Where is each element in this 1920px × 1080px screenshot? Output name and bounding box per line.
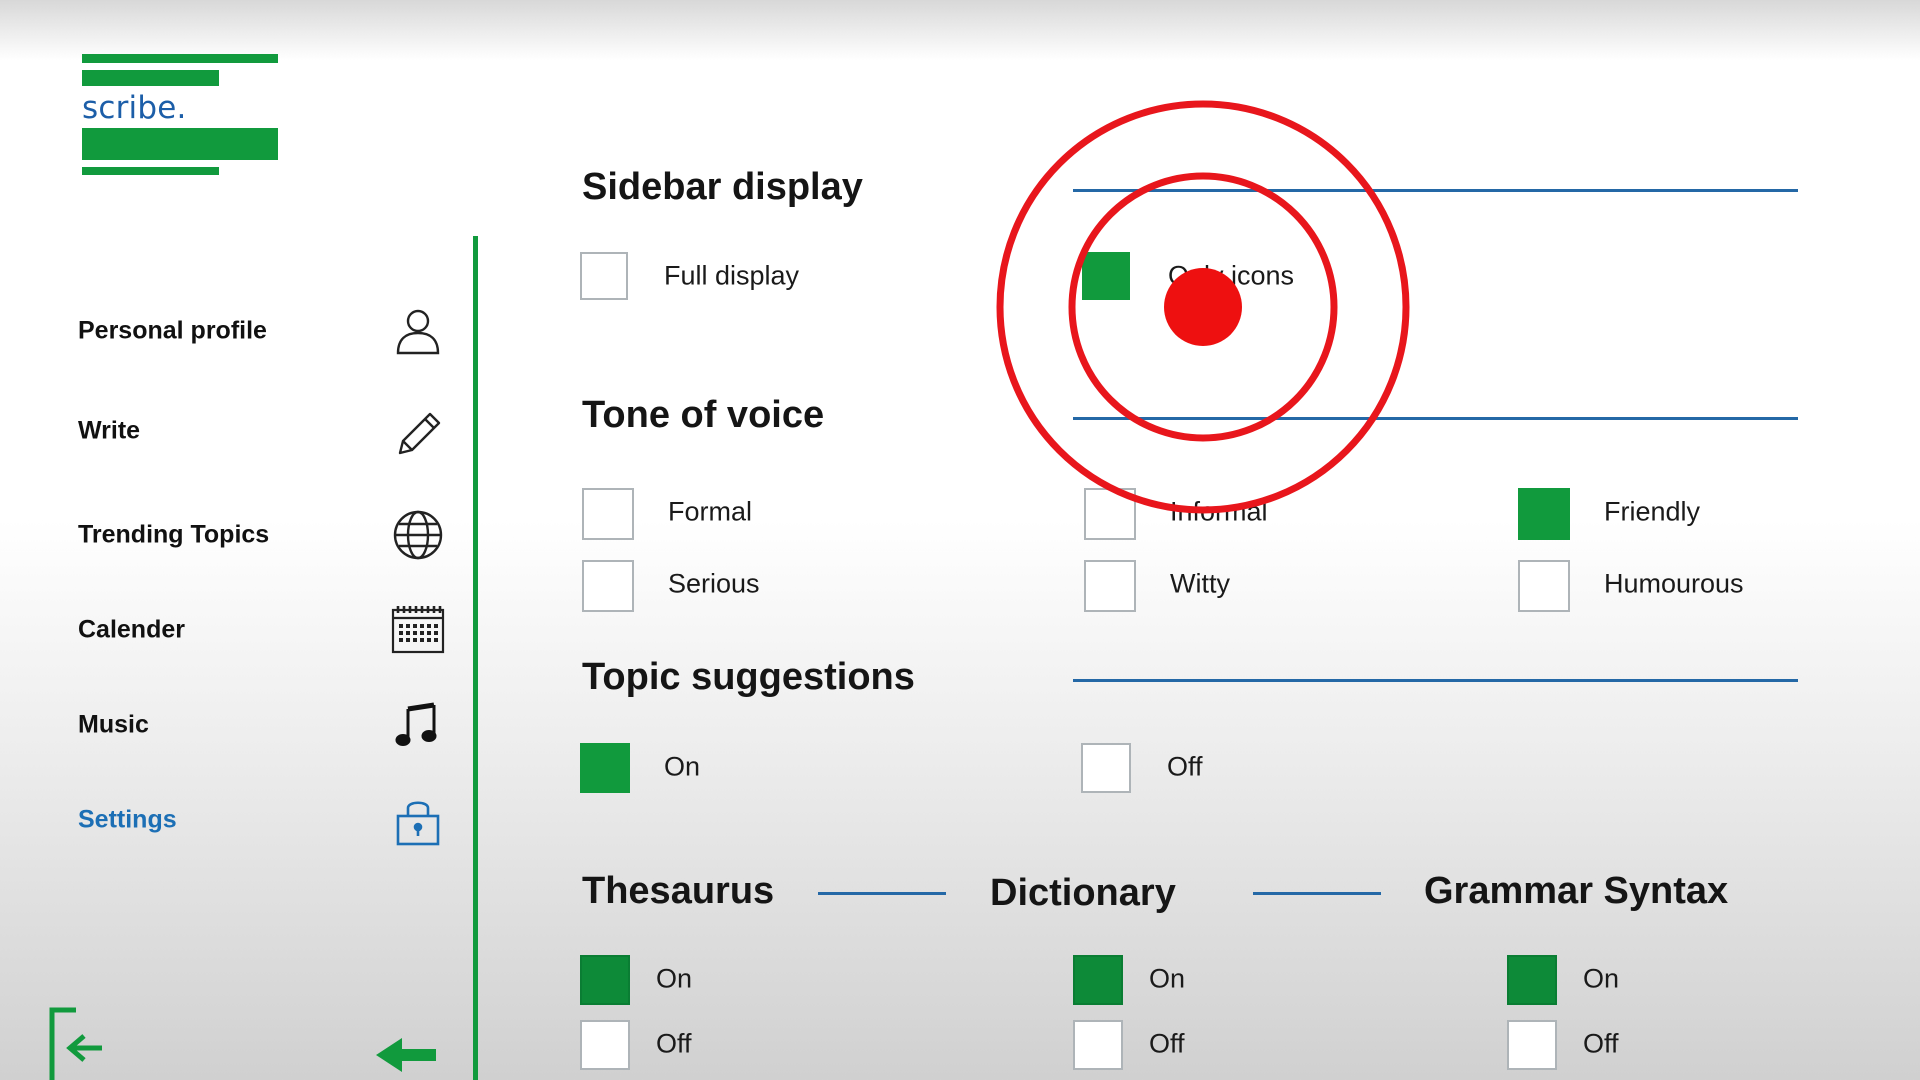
logout-icon[interactable]	[46, 1006, 116, 1080]
checkbox[interactable]	[582, 560, 634, 612]
checkbox[interactable]	[1507, 1020, 1557, 1070]
sidebar-item-music[interactable]: Music	[74, 690, 454, 760]
calendar-icon	[390, 602, 446, 658]
globe-icon	[390, 507, 446, 563]
checkbox[interactable]	[1084, 488, 1136, 540]
sidebar-divider	[473, 236, 478, 1080]
option-label: On	[1583, 963, 1620, 994]
app-logo: scribe.	[82, 54, 278, 178]
sidebar-item-label: Music	[78, 710, 149, 739]
sidebar-item-trending-topics[interactable]: Trending Topics	[74, 500, 454, 570]
option-label: Full display	[664, 260, 800, 291]
option-label: Witty	[1170, 568, 1230, 599]
section-rule	[818, 892, 946, 895]
option-label: Serious	[668, 568, 760, 599]
logo-text: scribe.	[82, 90, 187, 126]
option-label: On	[1149, 963, 1186, 994]
lock-icon	[390, 792, 446, 848]
checkbox[interactable]	[1081, 743, 1131, 793]
sidebar-item-label: Settings	[78, 805, 177, 834]
sidebar-item-label: Write	[78, 416, 141, 445]
option-label: Off	[1167, 751, 1203, 782]
checkbox[interactable]	[1084, 560, 1136, 612]
annotation-inner-ring	[1068, 172, 1338, 442]
option-label: Humourous	[1604, 568, 1744, 599]
section-rule	[1073, 679, 1798, 682]
sidebar-item-calender[interactable]: Calender	[74, 595, 454, 665]
sidebar-item-label: Personal profile	[78, 316, 267, 345]
logo-bar	[82, 128, 278, 160]
section-title-grammar-syntax: Grammar Syntax	[1424, 870, 1729, 912]
section-title-topic-suggestions: Topic suggestions	[582, 656, 915, 698]
option-label: Only icons	[1168, 260, 1295, 291]
checkbox[interactable]	[580, 1020, 630, 1070]
sidebar-item-personal-profile[interactable]: Personal profile	[74, 296, 454, 366]
option-label: Friendly	[1604, 496, 1701, 527]
checkbox-checked[interactable]	[1073, 955, 1123, 1005]
checkbox-checked[interactable]	[1082, 252, 1130, 300]
section-rule	[1073, 417, 1798, 420]
section-rule	[1253, 892, 1381, 895]
checkbox-checked[interactable]	[580, 955, 630, 1005]
sidebar-item-settings[interactable]: Settings	[74, 785, 454, 855]
logo-bar	[82, 167, 219, 175]
click-target-annotation	[996, 100, 1410, 514]
option-label: Off	[1583, 1028, 1619, 1059]
checkbox[interactable]	[580, 252, 628, 300]
sidebar-item-write[interactable]: Write	[74, 396, 454, 466]
section-title-thesaurus: Thesaurus	[582, 870, 775, 912]
option-label: On	[664, 751, 701, 782]
section-title-tone-of-voice: Tone of voice	[582, 394, 825, 436]
collapse-arrow-icon[interactable]	[376, 1030, 440, 1080]
checkbox-checked[interactable]	[1507, 955, 1557, 1005]
option-label: On	[656, 963, 693, 994]
section-rule	[1073, 189, 1798, 192]
option-label: Informal	[1170, 496, 1268, 527]
checkbox-checked[interactable]	[1518, 488, 1570, 540]
music-note-icon	[390, 697, 446, 753]
logo-bar	[82, 54, 278, 63]
sidebar-item-label: Trending Topics	[78, 520, 270, 549]
checkbox[interactable]	[1518, 560, 1570, 612]
checkbox[interactable]	[1073, 1020, 1123, 1070]
logo-bar	[82, 70, 219, 86]
pencil-icon	[390, 403, 446, 459]
option-label: Formal	[668, 496, 753, 527]
sidebar-item-label: Calender	[78, 615, 185, 644]
section-title-sidebar-display: Sidebar display	[582, 166, 863, 208]
option-label: Off	[656, 1028, 692, 1059]
checkbox-checked[interactable]	[580, 743, 630, 793]
checkbox[interactable]	[582, 488, 634, 540]
section-title-dictionary: Dictionary	[990, 872, 1176, 914]
annotation-outer-ring	[996, 100, 1410, 514]
option-label: Off	[1149, 1028, 1185, 1059]
user-icon	[390, 303, 446, 359]
